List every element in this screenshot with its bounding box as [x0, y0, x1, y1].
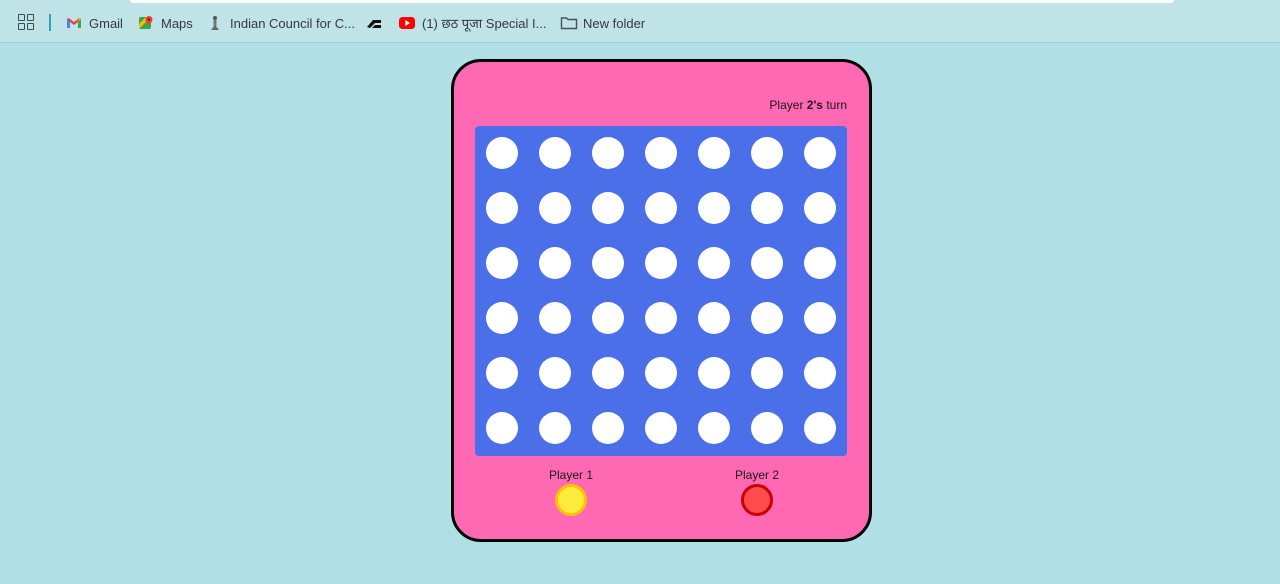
bookmark-icc[interactable]: Indian Council for C...	[207, 12, 355, 34]
folder-icon	[560, 15, 578, 31]
board-cell[interactable]	[804, 247, 836, 279]
board-cell[interactable]	[645, 192, 677, 224]
board-cell[interactable]	[645, 302, 677, 334]
board-cell[interactable]	[698, 247, 730, 279]
board-cell[interactable]	[592, 137, 624, 169]
board-cell[interactable]	[486, 192, 518, 224]
board-cell[interactable]	[539, 137, 571, 169]
board-cell[interactable]	[751, 247, 783, 279]
bookmarks-separator	[49, 14, 51, 31]
bookmark-maps[interactable]: Maps	[138, 12, 193, 34]
gmail-icon	[66, 15, 82, 31]
board-cell[interactable]	[751, 302, 783, 334]
board-cell[interactable]	[804, 302, 836, 334]
bookmark-label: New folder	[583, 15, 646, 31]
bookmark-label: Gmail	[89, 15, 123, 31]
maps-icon	[138, 15, 154, 31]
board-cell[interactable]	[804, 412, 836, 444]
board-cell[interactable]	[645, 412, 677, 444]
turn-player: 2's	[806, 98, 823, 112]
youtube-icon	[399, 15, 415, 31]
icc-icon	[207, 15, 223, 31]
board-cell[interactable]	[698, 412, 730, 444]
player-2-disc	[741, 484, 773, 516]
board-cell[interactable]	[698, 137, 730, 169]
board-cell[interactable]	[539, 302, 571, 334]
bookmark-youtube[interactable]: (1) छठ पूजा Special I...	[399, 12, 546, 34]
board-cell[interactable]	[592, 412, 624, 444]
apps-grid-icon[interactable]	[18, 14, 36, 32]
board-cell[interactable]	[698, 192, 730, 224]
board-cell[interactable]	[539, 357, 571, 389]
board-cell[interactable]	[486, 137, 518, 169]
board-cell[interactable]	[539, 192, 571, 224]
bookmark-arc[interactable]	[366, 12, 389, 34]
board-cell[interactable]	[751, 412, 783, 444]
game-grid	[475, 126, 847, 456]
bookmark-label: (1) छठ पूजा Special I...	[422, 16, 547, 31]
arc-icon	[366, 15, 382, 31]
player-1-indicator: Player 1	[536, 468, 606, 516]
board-cell[interactable]	[592, 247, 624, 279]
board-cell[interactable]	[539, 412, 571, 444]
board-cell[interactable]	[698, 302, 730, 334]
board-cell[interactable]	[486, 247, 518, 279]
board-cell[interactable]	[804, 137, 836, 169]
turn-prefix: Player	[769, 98, 807, 112]
bookmark-gmail[interactable]: Gmail	[66, 12, 123, 34]
board-cell[interactable]	[804, 357, 836, 389]
player-1-label: Player 1	[548, 468, 594, 482]
bookmark-new-folder[interactable]: New folder	[560, 12, 645, 34]
board-cell[interactable]	[751, 357, 783, 389]
board-cell[interactable]	[486, 302, 518, 334]
board-cell[interactable]	[645, 357, 677, 389]
omnibox-edge	[130, 0, 1174, 3]
game-board-frame: Player 2's turn Player 1 Player 2	[451, 59, 872, 542]
board-cell[interactable]	[486, 412, 518, 444]
bookmark-label: Maps	[161, 15, 193, 31]
board-cell[interactable]	[751, 192, 783, 224]
board-cell[interactable]	[486, 357, 518, 389]
board-cell[interactable]	[645, 247, 677, 279]
board-cell[interactable]	[698, 357, 730, 389]
bookmarks-bar: Gmail Maps Indian Council for C... (1) छ…	[0, 0, 1280, 43]
player-1-disc	[555, 484, 587, 516]
board-cell[interactable]	[592, 302, 624, 334]
board-cell[interactable]	[592, 357, 624, 389]
board-cell[interactable]	[539, 247, 571, 279]
board-cell[interactable]	[645, 137, 677, 169]
board-cell[interactable]	[751, 137, 783, 169]
player-2-indicator: Player 2	[722, 468, 792, 516]
player-2-label: Player 2	[734, 468, 780, 482]
turn-indicator: Player 2's turn	[769, 98, 847, 112]
bookmark-label: Indian Council for C...	[230, 15, 356, 31]
board-cell[interactable]	[804, 192, 836, 224]
turn-suffix: turn	[822, 98, 847, 112]
board-cell[interactable]	[592, 192, 624, 224]
